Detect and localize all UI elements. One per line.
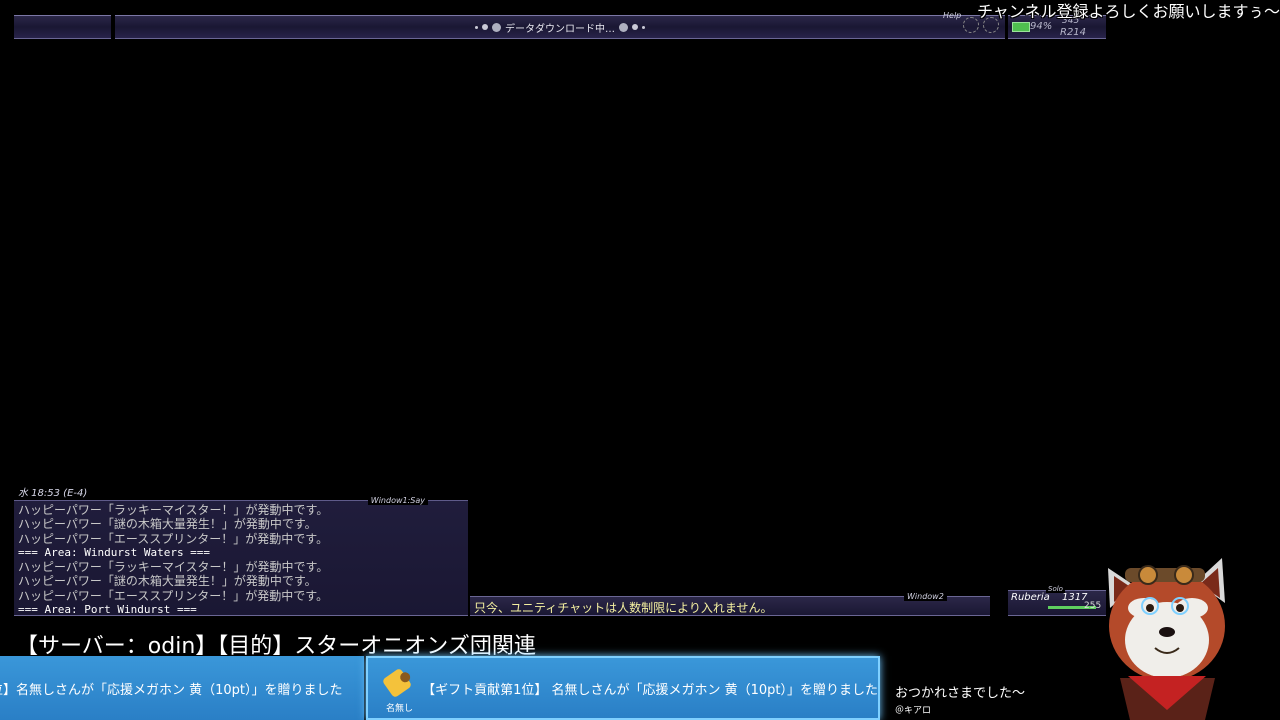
red-panda-avatar bbox=[1108, 558, 1225, 720]
download-status-bar: データダウンロード中… bbox=[115, 15, 1005, 39]
game-clock: 水 18:53 (E-4) bbox=[18, 488, 88, 499]
party-member-tp: 255 bbox=[1084, 601, 1102, 611]
dot-icon bbox=[619, 22, 628, 32]
chat-lines: ハッピーパワー「ラッキーマイスター！」が発動中です。 ハッピーパワー「謎の木箱大… bbox=[18, 503, 328, 617]
status-value-b: R214 bbox=[1060, 27, 1087, 38]
gift-sender: 名無し bbox=[381, 658, 416, 718]
party-panel: Solo Ruberia 1317 255 bbox=[1008, 585, 1106, 616]
channel-subscribe-message: チャンネル登録よろしくお願いしますぅ〜 bbox=[976, 2, 1280, 21]
chat-line: ハッピーパワー「エーススプリンター！」が発動中です。 bbox=[18, 531, 329, 546]
top-left-panel bbox=[14, 15, 111, 39]
dot-icon bbox=[475, 25, 478, 29]
chat-log-title: Window1:Say bbox=[367, 496, 428, 505]
chat-line-area: === Area: Windurst Waters === bbox=[18, 545, 211, 559]
dot-icon bbox=[642, 25, 645, 29]
chat-log-window[interactable]: Window1:Say ハッピーパワー「ラッキーマイスター！」が発動中です。 ハ… bbox=[14, 496, 468, 617]
status-percent: 94% bbox=[1030, 21, 1053, 32]
battery-icon bbox=[1012, 22, 1030, 32]
party-member-name: Ruberia bbox=[1011, 592, 1050, 603]
viewer-comment-user: ＠キアロ bbox=[895, 706, 932, 716]
system-message: 只今、ユニティチャットは人数制限により入れません。 bbox=[474, 601, 773, 615]
gift-notification: 位】名無しさんが「応援メガホン 黄（10pt）」を贈りました bbox=[0, 656, 364, 720]
chat-line: ハッピーパワー「ラッキーマイスター！」が発動中です。 bbox=[18, 560, 329, 575]
download-status-text: データダウンロード中… bbox=[505, 23, 615, 35]
chat-line: ハッピーパワー「エーススプリンター！」が発動中です。 bbox=[18, 588, 329, 603]
chat-line-area: === Area: Port Windurst === bbox=[18, 603, 197, 617]
chat-line: ハッピーパワー「謎の木箱大量発生！」が発動中です。 bbox=[18, 517, 317, 532]
chat-line: ハッピーパワー「ラッキーマイスター！」が発動中です。 bbox=[18, 503, 329, 517]
dot-icon bbox=[492, 22, 501, 32]
help-button[interactable]: Help bbox=[943, 11, 961, 20]
chat-window-2-title: Window2 bbox=[904, 592, 947, 601]
dot-icon bbox=[482, 24, 488, 30]
gift-message: 位】名無しさんが「応援メガホン 黄（10pt）」を贈りました bbox=[0, 682, 343, 698]
gift-sender-name: 名無し bbox=[386, 704, 414, 714]
megaphone-icon bbox=[381, 667, 413, 699]
gift-message: 【ギフト貢献第1位】 名無しさんが「応援メガホン 黄（10pt）」を贈りました bbox=[422, 682, 878, 698]
download-status: データダウンロード中… bbox=[475, 20, 645, 35]
chat-line: ハッピーパワー「謎の木箱大量発生！」が発動中です。 bbox=[18, 574, 317, 589]
chat-window-2[interactable]: Window2 只今、ユニティチャットは人数制限により入れません。 bbox=[470, 592, 990, 616]
gift-notification-highlight: 名無し 【ギフト貢献第1位】 名無しさんが「応援メガホン 黄（10pt）」を贈り… bbox=[366, 656, 880, 720]
dot-icon bbox=[632, 24, 638, 30]
viewer-comment: おつかれさまでした〜 bbox=[895, 686, 1026, 701]
